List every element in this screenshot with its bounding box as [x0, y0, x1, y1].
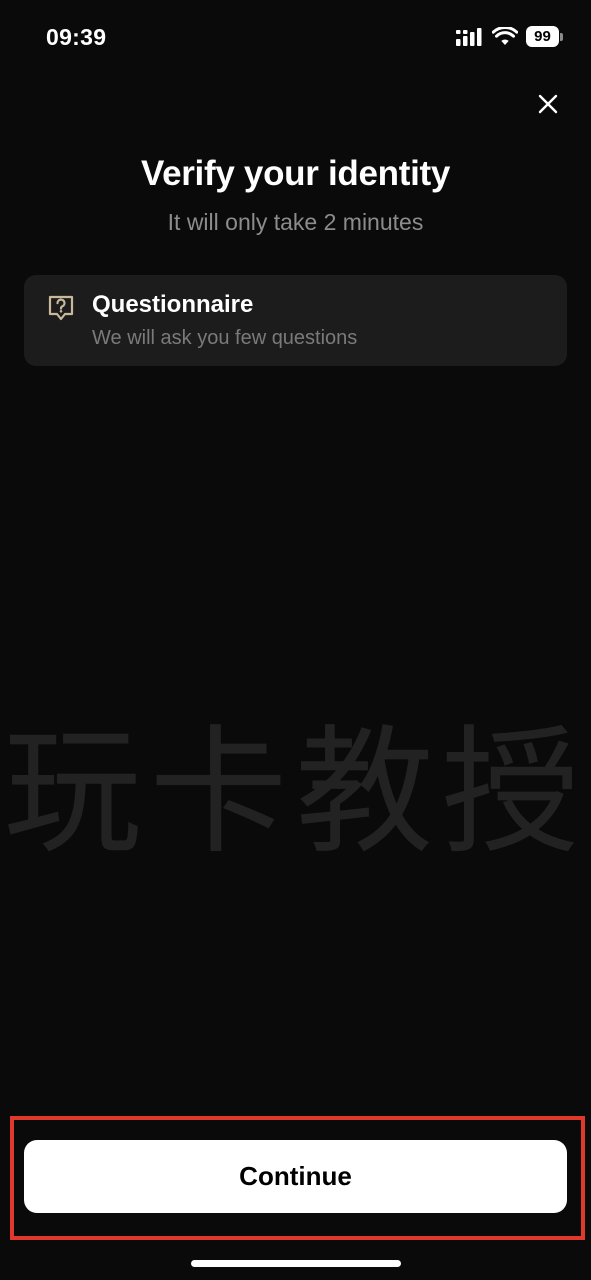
home-indicator	[191, 1260, 401, 1267]
status-time: 09:39	[46, 24, 107, 50]
watermark: 玩卡教授	[3, 712, 588, 873]
close-button[interactable]	[534, 90, 562, 118]
card-title: Questionnaire	[92, 291, 254, 318]
page-title: Verify your identity	[140, 154, 451, 193]
page-subtitle: It will only take 2 minutes	[167, 209, 424, 235]
battery-level: 99	[526, 26, 559, 47]
wifi-icon	[492, 27, 518, 45]
battery-cap	[560, 32, 563, 41]
status-icons: 99	[456, 26, 563, 47]
card-subtitle: We will ask you few questions	[92, 327, 358, 349]
close-icon	[538, 94, 558, 114]
signal-icon	[456, 27, 482, 46]
battery-icon: 99	[526, 26, 563, 47]
continue-button[interactable]: Continue	[24, 1140, 567, 1213]
questionnaire-card: Questionnaire We will ask you few questi…	[24, 275, 567, 366]
question-bubble-icon	[46, 293, 76, 323]
